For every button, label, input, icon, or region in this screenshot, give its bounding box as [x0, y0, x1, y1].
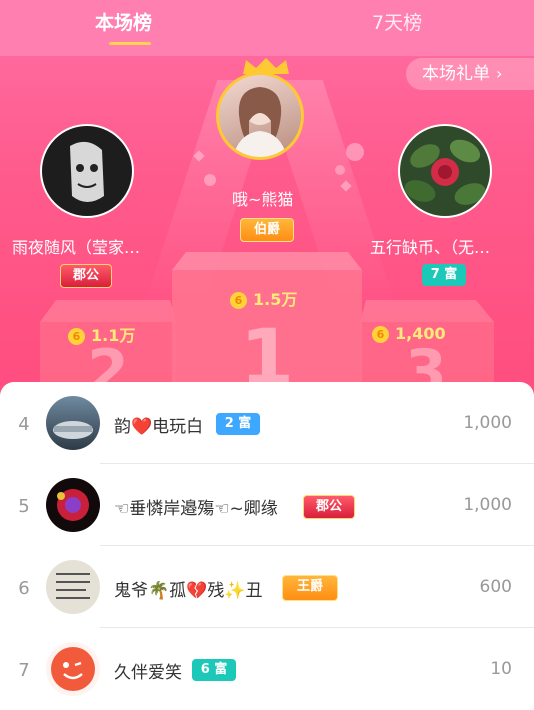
user-name: 韵❤️电玩白: [114, 417, 204, 437]
second-place-amount-value: 1.1万: [91, 326, 136, 345]
avatar[interactable]: [46, 642, 100, 696]
coin-icon: 6: [230, 292, 247, 309]
rank-number: 6: [18, 578, 30, 599]
second-place-name: 雨夜随风（莹家…: [12, 238, 141, 257]
third-place-name: 五行缺币、（无…: [370, 238, 491, 257]
score: 1,000: [463, 495, 512, 515]
second-place-amount: 6 1.1万: [68, 322, 135, 346]
score: 1,000: [463, 413, 512, 433]
chevron-right-icon: ›: [496, 64, 503, 83]
title-badge: 郡公: [303, 495, 355, 519]
avatar[interactable]: [46, 396, 100, 450]
rank-number: 5: [18, 496, 30, 517]
third-place-wealth-badge: 7 富: [422, 264, 466, 286]
score: 10: [490, 659, 512, 679]
first-place-title-badge: 伯爵: [240, 218, 294, 242]
third-place-avatar[interactable]: [398, 124, 492, 218]
third-place-amount: 6 1,400: [372, 324, 446, 343]
leaderboard-header: 本场榜 7天榜 2 3 1 本场礼单 › 哦~熊猫 伯爵 6 1.5万 雨夜随风…: [0, 0, 534, 400]
rank-number: 4: [18, 414, 30, 435]
list-item[interactable]: 6 鬼爷🌴孤💔残✨丑 王爵 600: [0, 546, 534, 628]
rank-number: 7: [18, 660, 30, 681]
wealth-badge: 6 富: [192, 659, 236, 681]
list-item[interactable]: 7 久伴爱笑 6 富 10: [0, 628, 534, 710]
first-place-amount-value: 1.5万: [253, 290, 298, 309]
title-badge: 王爵: [282, 575, 338, 601]
avatar[interactable]: [46, 560, 100, 614]
first-place-avatar[interactable]: [216, 72, 304, 160]
first-place-name: 哦~熊猫: [232, 190, 294, 209]
user-name: ☜垂憐岸邉殤☜~卿缘: [114, 499, 278, 519]
ranking-list: 4 韵❤️电玩白 2 富 1,000 5 ☜垂憐岸邉殤☜~卿缘 郡公 1,000…: [0, 382, 534, 702]
score: 600: [479, 577, 512, 597]
avatar[interactable]: [46, 478, 100, 532]
first-place-amount: 6 1.5万: [230, 286, 297, 310]
coin-icon: 6: [372, 326, 389, 343]
second-place-avatar[interactable]: [40, 124, 134, 218]
gift-list-label: 本场礼单: [422, 64, 490, 84]
third-place-amount-value: 1,400: [395, 324, 446, 343]
list-item[interactable]: 5 ☜垂憐岸邉殤☜~卿缘 郡公 1,000: [0, 464, 534, 546]
second-place-title-badge: 郡公: [60, 264, 112, 288]
wealth-badge: 2 富: [216, 413, 260, 435]
list-item[interactable]: 4 韵❤️电玩白 2 富 1,000: [0, 382, 534, 464]
user-name: 鬼爷🌴孤💔残✨丑: [114, 581, 263, 601]
coin-icon: 6: [68, 328, 85, 345]
user-name: 久伴爱笑: [114, 663, 182, 683]
gift-list-button[interactable]: 本场礼单 ›: [406, 58, 534, 90]
